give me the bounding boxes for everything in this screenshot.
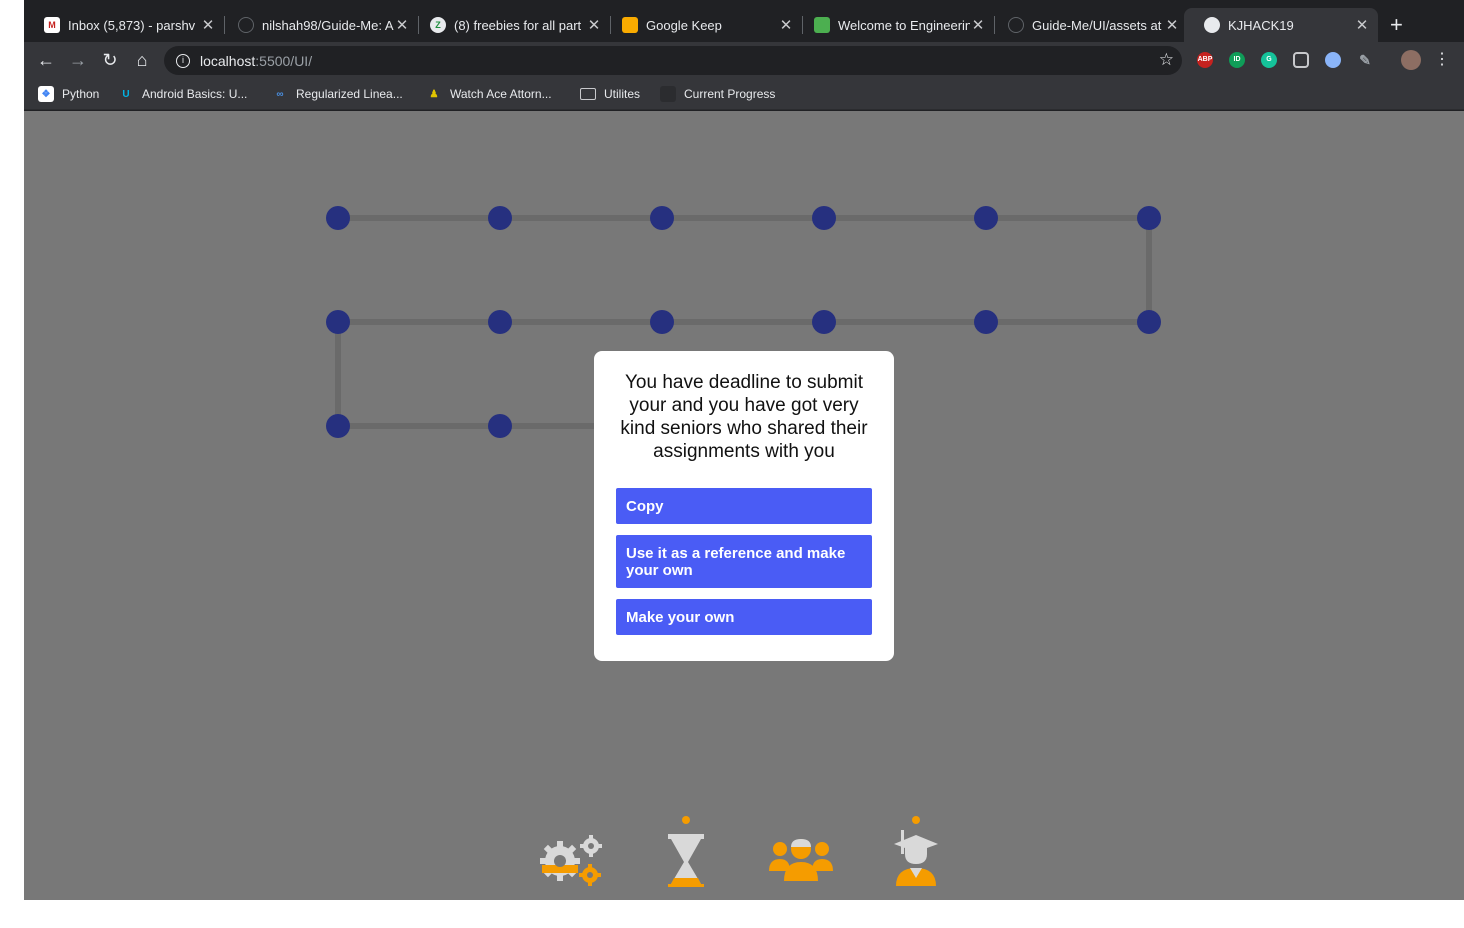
stats-bar	[24, 811, 1464, 891]
tab-title: KJHACK19	[1228, 17, 1294, 33]
path-dot	[812, 206, 836, 230]
path-dot	[326, 414, 350, 438]
path-dot	[326, 206, 350, 230]
tab-title: nilshah98/Guide-Me: A	[262, 17, 394, 33]
toolbar: ← → ↻ ⌂ i localhost:5500/UI/ ☆ ABP ID G …	[24, 42, 1464, 78]
browser-window: M Inbox (5,873) - parshv ✕ nilshah98/Gui…	[24, 0, 1464, 900]
close-icon[interactable]: ✕	[394, 16, 410, 34]
graduate-icon	[894, 816, 938, 886]
bookmark-ace-attorney[interactable]: ♟ Watch Ace Attorn...	[426, 84, 552, 104]
tab-kjhack19[interactable]: KJHACK19 ✕	[1184, 8, 1378, 42]
folder-icon	[580, 88, 596, 100]
gears-icon	[540, 835, 602, 886]
tab-title: Inbox (5,873) - parshv	[68, 17, 196, 33]
address-bar[interactable]: i localhost:5500/UI/ ☆	[164, 46, 1182, 75]
option-make-own-button[interactable]: Make your own	[616, 599, 872, 635]
green-extension-icon[interactable]: ID	[1229, 52, 1245, 68]
close-icon[interactable]: ✕	[970, 16, 986, 34]
ace-icon: ♟	[429, 88, 439, 100]
path-dot	[1137, 206, 1161, 230]
close-icon[interactable]: ✕	[1354, 16, 1370, 34]
scenario-dialog: You have deadline to submit your and you…	[594, 351, 894, 661]
option-reference-button[interactable]: Use it as a reference and make your own	[616, 535, 872, 588]
close-icon[interactable]: ✕	[778, 16, 794, 34]
scenario-message: You have deadline to submit your and you…	[620, 372, 868, 462]
info-icon[interactable]: i	[176, 53, 190, 68]
tab-strip: M Inbox (5,873) - parshv ✕ nilshah98/Gui…	[24, 0, 1464, 42]
new-tab-button[interactable]: +	[1390, 12, 1403, 38]
forward-icon[interactable]: →	[66, 48, 90, 72]
path-dot	[488, 206, 512, 230]
python-icon: ❖	[38, 86, 54, 102]
bookmark-label: Current Progress	[684, 87, 776, 101]
tab-freebies[interactable]: Z (8) freebies for all part ✕	[410, 8, 611, 42]
page-icon	[660, 86, 676, 102]
udacity-icon: U	[122, 88, 130, 100]
back-icon[interactable]: ←	[34, 48, 58, 72]
bookmark-label: Python	[62, 87, 100, 101]
tab-title: (8) freebies for all part	[454, 17, 582, 33]
bookmarks-bar: ❖ Python U Android Basics: U... ∞ Regula…	[24, 78, 1464, 110]
globe-icon	[1204, 17, 1220, 33]
bookmark-android-basics[interactable]: U Android Basics: U...	[118, 84, 247, 104]
path-dot	[488, 414, 512, 438]
team-icon	[769, 839, 833, 881]
coursera-icon: ∞	[276, 88, 284, 100]
bookmark-current-progress[interactable]: Current Progress	[660, 84, 775, 104]
profile-avatar[interactable]	[1401, 50, 1421, 70]
path-dot	[974, 206, 998, 230]
tab-title: Welcome to Engineerin	[838, 17, 970, 33]
bookmark-star-icon[interactable]: ☆	[1159, 50, 1174, 70]
bookmark-label: Watch Ace Attorn...	[450, 87, 552, 101]
github-icon	[238, 17, 254, 33]
home-icon[interactable]: ⌂	[130, 48, 154, 72]
bookmark-label: Utilites	[604, 87, 641, 101]
path-dot	[488, 310, 512, 334]
bookmark-regularized[interactable]: ∞ Regularized Linea...	[272, 84, 403, 104]
bookmark-label: Android Basics: U...	[142, 87, 248, 101]
github-icon	[1008, 17, 1024, 33]
path-dot	[326, 310, 350, 334]
tab-google-keep[interactable]: Google Keep ✕	[602, 8, 803, 42]
pocket-icon[interactable]	[1293, 52, 1309, 68]
page-content: You have deadline to submit your and you…	[24, 111, 1464, 900]
path-dot	[650, 310, 674, 334]
tab-assets[interactable]: Guide-Me/UI/assets at ✕	[988, 8, 1188, 42]
adblock-icon[interactable]: ABP	[1197, 52, 1213, 68]
tab-guide-me-repo[interactable]: nilshah98/Guide-Me: A ✕	[218, 8, 419, 42]
hourglass-icon	[668, 816, 704, 887]
site-icon	[814, 17, 830, 33]
close-icon[interactable]: ✕	[586, 16, 602, 34]
close-icon[interactable]: ✕	[1164, 16, 1180, 34]
tab-title: Guide-Me/UI/assets at	[1032, 17, 1162, 33]
bookmark-utilites[interactable]: Utilites	[580, 84, 640, 104]
path-dot	[974, 310, 998, 334]
tab-inbox[interactable]: M Inbox (5,873) - parshv ✕	[24, 8, 225, 42]
grammarly-icon[interactable]: G	[1261, 52, 1277, 68]
bookmark-python[interactable]: ❖ Python	[38, 84, 99, 104]
menu-kebab-icon[interactable]: ⋮	[1430, 48, 1454, 72]
keep-icon	[622, 17, 638, 33]
zoom-icon: Z	[430, 17, 446, 33]
tab-engineering[interactable]: Welcome to Engineerin ✕	[794, 8, 995, 42]
path-dot	[812, 310, 836, 334]
url-path: :5500/UI/	[255, 52, 313, 69]
blue-extension-icon[interactable]	[1325, 52, 1341, 68]
bookmark-label: Regularized Linea...	[296, 87, 403, 101]
close-icon[interactable]: ✕	[200, 16, 216, 34]
option-copy-button[interactable]: Copy	[616, 488, 872, 524]
path-dot	[650, 206, 674, 230]
url-host: localhost	[200, 52, 256, 69]
tab-title: Google Keep	[646, 17, 722, 33]
path-dot	[1137, 310, 1161, 334]
reload-icon[interactable]: ↻	[98, 48, 122, 72]
pen-extension-icon[interactable]: ✎	[1357, 52, 1373, 68]
gmail-icon: M	[44, 17, 60, 33]
